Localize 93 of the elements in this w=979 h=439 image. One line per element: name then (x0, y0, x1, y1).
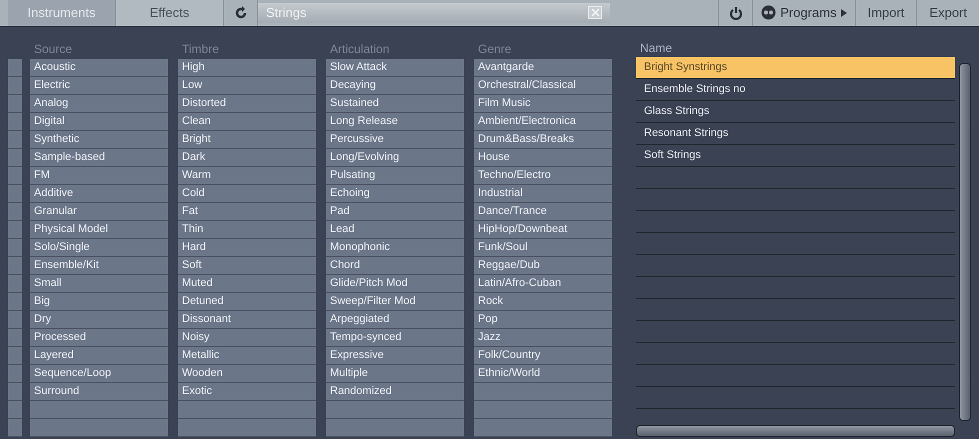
tab[interactable]: Effects (116, 0, 224, 26)
column-heading: Timbre (181, 40, 220, 58)
program-row[interactable]: Resonant Strings (636, 122, 955, 144)
attribute-item[interactable]: Cold (178, 184, 316, 202)
attribute-item[interactable]: Muted (178, 274, 316, 292)
attribute-item[interactable]: Bright (178, 130, 316, 148)
attribute-item[interactable]: Sweep/Filter Mod (326, 292, 464, 310)
attribute-item[interactable]: Avantgarde (474, 58, 612, 76)
attribute-item[interactable]: Synthetic (30, 130, 168, 148)
column-heading: Source (33, 40, 74, 58)
attribute-item[interactable]: Surround (30, 382, 168, 400)
attribute-item[interactable]: Sample-based (30, 148, 168, 166)
attribute-item[interactable]: Big (30, 292, 168, 310)
attribute-item[interactable]: Multiple (326, 364, 464, 382)
attribute-item[interactable]: House (474, 148, 612, 166)
attribute-item[interactable]: Expressive (326, 346, 464, 364)
attribute-item[interactable]: Drum&Bass/Breaks (474, 130, 612, 148)
attribute-item[interactable]: Pad (326, 202, 464, 220)
attribute-item[interactable]: Warm (178, 166, 316, 184)
attribute-item[interactable]: Digital (30, 112, 168, 130)
attribute-item[interactable]: HipHop/Downbeat (474, 220, 612, 238)
attribute-item[interactable]: Slow Attack (326, 58, 464, 76)
attribute-item[interactable]: Analog (30, 94, 168, 112)
attribute-item[interactable]: Decaying (326, 76, 464, 94)
program-row[interactable]: Bright Synstrings (636, 56, 955, 78)
attribute-item[interactable]: Orchestral/Classical (474, 76, 612, 94)
attribute-item[interactable]: Processed (30, 328, 168, 346)
attribute-item[interactable]: Noisy (178, 328, 316, 346)
attribute-item[interactable]: Ensemble/Kit (30, 256, 168, 274)
attribute-item[interactable]: Fat (178, 202, 316, 220)
column-heading: Genre (477, 40, 512, 58)
attribute-item[interactable]: Small (30, 274, 168, 292)
attribute-item[interactable]: Additive (30, 184, 168, 202)
program-row[interactable]: Glass Strings (636, 100, 955, 122)
caret-icon (840, 8, 847, 17)
attribute-item[interactable]: Electric (30, 76, 168, 94)
attribute-item[interactable]: Pulsating (326, 166, 464, 184)
attribute-item[interactable]: Ambient/Electronica (474, 112, 612, 130)
attribute-item[interactable]: Metallic (178, 346, 316, 364)
attribute-item[interactable]: Jazz (474, 328, 612, 346)
attribute-item[interactable]: Thin (178, 220, 316, 238)
attribute-item[interactable]: Detuned (178, 292, 316, 310)
attribute-item[interactable]: Dark (178, 148, 316, 166)
attribute-item[interactable]: Sustained (326, 94, 464, 112)
attribute-item[interactable]: Echoing (326, 184, 464, 202)
programs-menu[interactable]: Programs (753, 0, 856, 26)
attribute-item[interactable]: Rock (474, 292, 612, 310)
attribute-item[interactable]: Long/Evolving (326, 148, 464, 166)
attribute-item[interactable]: Film Music (474, 94, 612, 112)
attribute-item[interactable]: Granular (30, 202, 168, 220)
attribute-item[interactable]: Dissonant (178, 310, 316, 328)
attribute-item[interactable]: Acoustic (30, 58, 168, 76)
attribute-item[interactable]: Folk/Country (474, 346, 612, 364)
attribute-item[interactable]: Glide/Pitch Mod (326, 274, 464, 292)
attribute-item[interactable]: Distorted (178, 94, 316, 112)
attribute-item[interactable]: Monophonic (326, 238, 464, 256)
attribute-item[interactable]: Lead (326, 220, 464, 238)
attribute-item[interactable]: Techno/Electro (474, 166, 612, 184)
attribute-item[interactable]: FM (30, 166, 168, 184)
program-row[interactable]: Ensemble Strings no (636, 78, 955, 100)
attribute-item[interactable]: Sequence/Loop (30, 364, 168, 382)
attribute-item[interactable]: Funk/Soul (474, 238, 612, 256)
attribute-item[interactable]: Clean (178, 112, 316, 130)
attribute-item[interactable]: Ethnic/World (474, 364, 612, 382)
attribute-item[interactable]: Dance/Trance (474, 202, 612, 220)
attribute-item[interactable]: Percussive (326, 130, 464, 148)
attribute-item[interactable]: Chord (326, 256, 464, 274)
attribute-item[interactable]: Long Release (326, 112, 464, 130)
attribute-item[interactable]: Dry (30, 310, 168, 328)
attribute-item[interactable]: Physical Model (30, 220, 168, 238)
vertical-scrollbar[interactable] (959, 62, 971, 420)
column-heading: Articulation (329, 40, 390, 58)
attribute-item[interactable]: Randomized (326, 382, 464, 400)
attribute-item[interactable]: Low (178, 76, 316, 94)
attribute-item[interactable]: Industrial (474, 184, 612, 202)
attribute-item[interactable]: High (178, 58, 316, 76)
attribute-item[interactable]: Pop (474, 310, 612, 328)
attribute-item[interactable]: Exotic (178, 382, 316, 400)
attribute-item[interactable]: Layered (30, 346, 168, 364)
attribute-item[interactable]: Hard (178, 238, 316, 256)
attribute-item[interactable]: Latin/Afro-Cuban (474, 274, 612, 292)
tab[interactable]: Instruments (8, 0, 116, 26)
programs-icon (761, 5, 776, 20)
attribute-item[interactable]: Soft (178, 256, 316, 274)
horizontal-scrollbar[interactable] (636, 424, 955, 436)
toolbar-button[interactable]: Export (917, 0, 979, 26)
attribute-item[interactable]: Solo/Single (30, 238, 168, 256)
attribute-item[interactable]: Arpeggiated (326, 310, 464, 328)
toolbar-button[interactable]: Import (856, 0, 918, 26)
attribute-item[interactable]: Wooden (178, 364, 316, 382)
column-heading: Name (639, 40, 672, 56)
attribute-item[interactable]: Tempo-synced (326, 328, 464, 346)
attribute-item[interactable]: Reggae/Dub (474, 256, 612, 274)
